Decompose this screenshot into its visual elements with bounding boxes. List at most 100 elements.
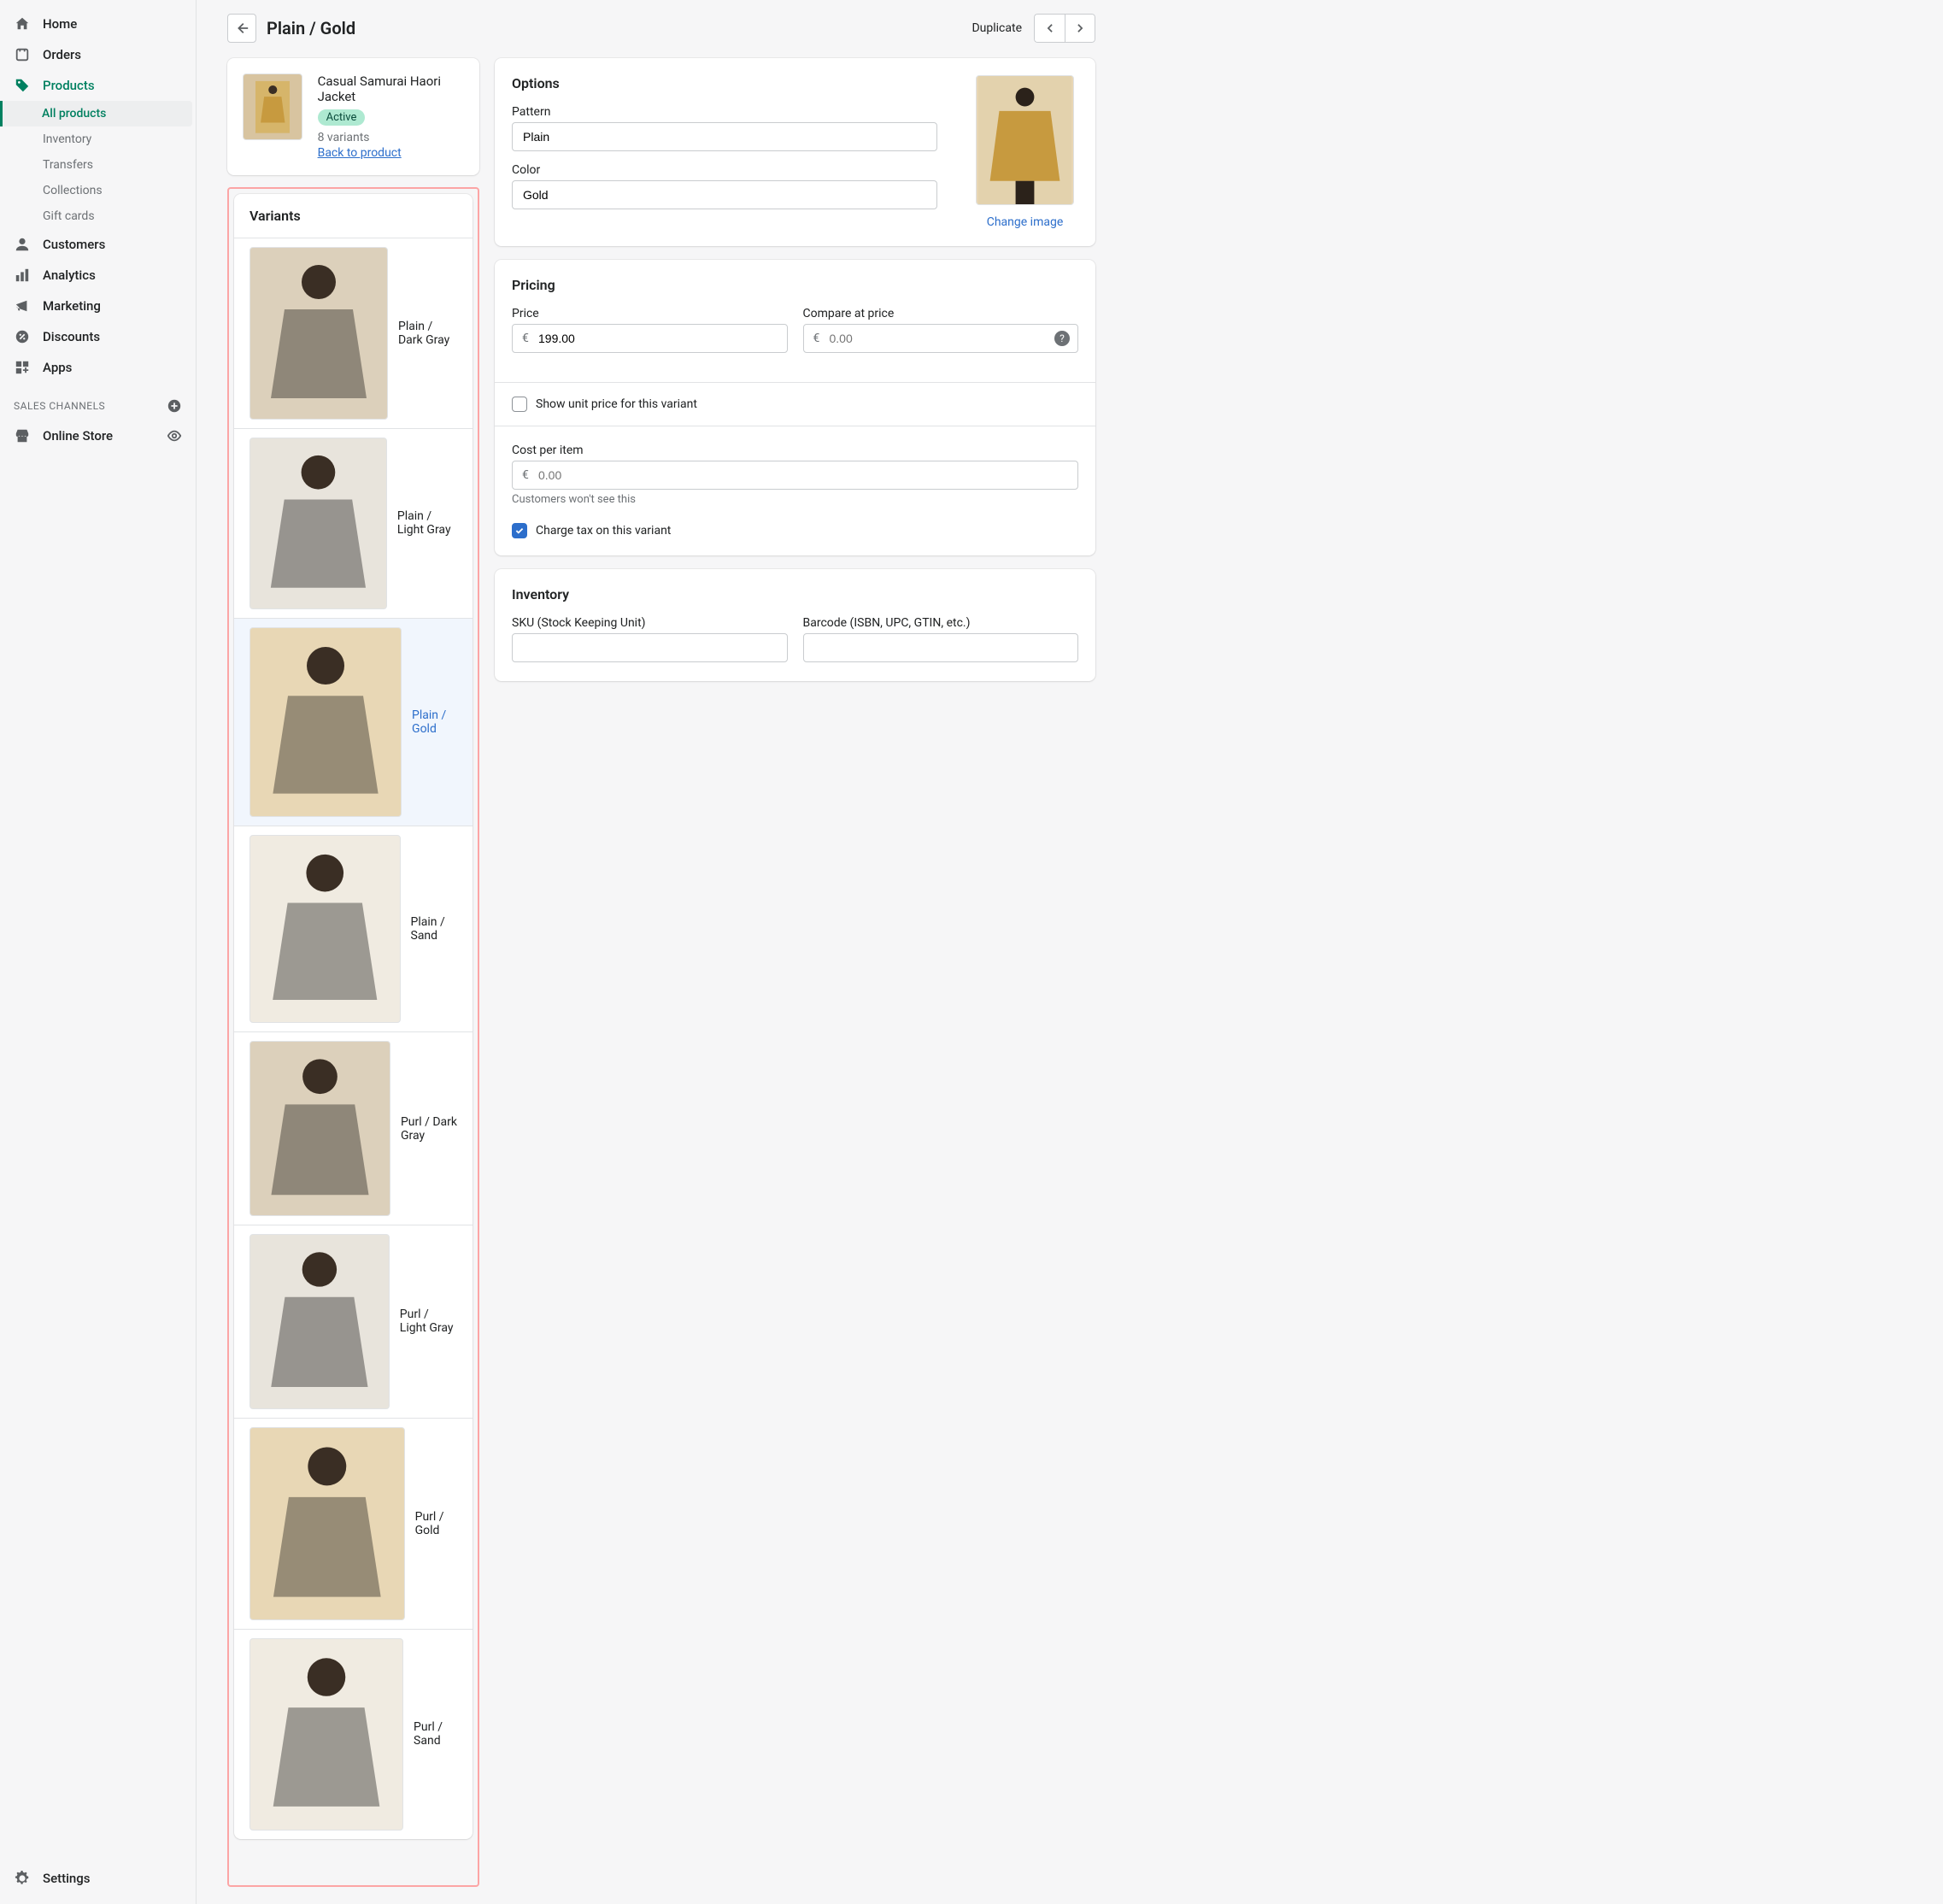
- compare-currency: €: [813, 332, 820, 345]
- variant-label: Plain / Light Gray: [397, 509, 457, 537]
- subnav-inventory[interactable]: Inventory: [0, 126, 196, 152]
- analytics-icon: [14, 267, 31, 284]
- main-content: Plain / Gold Duplicate Casual Samurai Ha…: [197, 0, 1943, 1904]
- variant-row[interactable]: Purl / Sand: [234, 1630, 473, 1839]
- variant-count: 8 variants: [318, 131, 464, 144]
- gear-icon: [14, 1870, 31, 1887]
- pricing-card: Pricing Price € Compare at price: [495, 260, 1095, 555]
- nav-customers-label: Customers: [43, 237, 105, 252]
- nav-online-store[interactable]: Online Store: [0, 420, 167, 451]
- product-name: Casual Samurai Haori Jacket: [318, 73, 464, 104]
- variant-row[interactable]: Plain / Sand: [234, 826, 473, 1032]
- subnav-all-products[interactable]: All products: [0, 101, 192, 126]
- color-input[interactable]: [512, 180, 937, 209]
- add-channel-icon[interactable]: [167, 398, 182, 414]
- cost-helper: Customers won't see this: [512, 493, 1078, 506]
- subnav-transfers[interactable]: Transfers: [0, 152, 196, 178]
- duplicate-button[interactable]: Duplicate: [972, 21, 1022, 35]
- variant-label: Plain / Dark Gray: [398, 320, 457, 347]
- nav-home[interactable]: Home: [0, 9, 196, 39]
- variants-card: Variants Plain / Dark Gray Plain / Light …: [234, 194, 473, 1839]
- sales-channels-label: SALES CHANNELS: [14, 400, 105, 412]
- compare-help-icon[interactable]: ?: [1054, 331, 1070, 346]
- subnav-collections[interactable]: Collections: [0, 178, 196, 203]
- products-subnav: All products Inventory Transfers Collect…: [0, 101, 196, 229]
- variant-label: Purl / Dark Gray: [401, 1115, 457, 1143]
- tax-label: Charge tax on this variant: [536, 524, 671, 538]
- variant-row[interactable]: Purl / Dark Gray: [234, 1032, 473, 1226]
- pattern-input[interactable]: [512, 122, 937, 151]
- variant-thumbnail: [249, 438, 387, 609]
- subnav-gift-cards[interactable]: Gift cards: [0, 203, 196, 229]
- nav-orders[interactable]: Orders: [0, 39, 196, 70]
- pricing-title: Pricing: [512, 277, 1078, 293]
- home-icon: [14, 15, 31, 32]
- pattern-label: Pattern: [512, 105, 937, 119]
- nav-customers[interactable]: Customers: [0, 229, 196, 260]
- variant-thumbnail: [249, 247, 388, 420]
- back-button[interactable]: [227, 14, 256, 43]
- variant-label: Purl / Gold: [415, 1510, 457, 1537]
- compare-input[interactable]: [803, 324, 1079, 353]
- variants-title: Variants: [234, 194, 473, 238]
- variant-thumbnail: [249, 835, 401, 1023]
- price-label: Price: [512, 307, 788, 320]
- cost-currency: €: [522, 468, 529, 482]
- compare-label: Compare at price: [803, 307, 1079, 320]
- status-badge: Active: [318, 109, 366, 126]
- nav-products[interactable]: Products: [0, 70, 196, 101]
- nav-discounts[interactable]: Discounts: [0, 321, 196, 352]
- discount-icon: [14, 328, 31, 345]
- prev-variant-button[interactable]: [1034, 14, 1065, 43]
- view-store-icon[interactable]: [167, 428, 182, 444]
- unit-price-label: Show unit price for this variant: [536, 397, 697, 411]
- user-icon: [14, 236, 31, 253]
- color-label: Color: [512, 163, 937, 177]
- nav-marketing-label: Marketing: [43, 298, 101, 314]
- nav-marketing[interactable]: Marketing: [0, 291, 196, 321]
- nav-discounts-label: Discounts: [43, 329, 100, 344]
- cost-label: Cost per item: [512, 444, 1078, 457]
- nav-orders-label: Orders: [43, 47, 81, 62]
- variants-list: Plain / Dark Gray Plain / Light Gray Plain…: [234, 238, 473, 1839]
- variant-row[interactable]: Purl / Gold: [234, 1419, 473, 1631]
- variant-label: Plain / Sand: [411, 915, 458, 943]
- price-input[interactable]: [512, 324, 788, 353]
- apps-icon: [14, 359, 31, 376]
- nav-analytics[interactable]: Analytics: [0, 260, 196, 291]
- variants-highlight: Variants Plain / Dark Gray Plain / Light …: [227, 187, 479, 1887]
- page-header: Plain / Gold Duplicate: [197, 0, 1119, 51]
- nav-apps[interactable]: Apps: [0, 352, 196, 383]
- variant-label: Plain / Gold: [412, 708, 457, 736]
- variant-row[interactable]: Plain / Gold: [234, 619, 473, 826]
- store-icon: [14, 427, 31, 444]
- tax-checkbox[interactable]: [512, 523, 527, 538]
- variant-row[interactable]: Purl / Light Gray: [234, 1225, 473, 1418]
- options-title: Options: [512, 75, 937, 91]
- barcode-input[interactable]: [803, 633, 1079, 662]
- unit-price-checkbox[interactable]: [512, 397, 527, 412]
- variant-thumbnail: [249, 627, 402, 817]
- price-currency: €: [522, 332, 529, 345]
- variant-row[interactable]: Plain / Dark Gray: [234, 238, 473, 429]
- nav-settings[interactable]: Settings: [0, 1863, 196, 1894]
- product-summary-card: Casual Samurai Haori Jacket Active 8 var…: [227, 58, 479, 175]
- cost-input[interactable]: [512, 461, 1078, 490]
- back-to-product-link[interactable]: Back to product: [318, 146, 402, 160]
- variant-thumbnail: [249, 1638, 403, 1831]
- change-image-link[interactable]: Change image: [987, 215, 1064, 229]
- variant-thumbnail: [249, 1041, 390, 1217]
- variant-image: [976, 75, 1074, 205]
- nav-settings-label: Settings: [43, 1871, 91, 1886]
- sku-input[interactable]: [512, 633, 788, 662]
- tag-icon: [14, 77, 31, 94]
- variant-pager: [1034, 14, 1095, 43]
- variant-label: Purl / Sand: [414, 1720, 457, 1748]
- page-title: Plain / Gold: [267, 18, 355, 38]
- variant-row[interactable]: Plain / Light Gray: [234, 429, 473, 619]
- barcode-label: Barcode (ISBN, UPC, GTIN, etc.): [803, 616, 1079, 630]
- variant-thumbnail: [249, 1234, 390, 1408]
- next-variant-button[interactable]: [1065, 14, 1095, 43]
- variant-label: Purl / Light Gray: [400, 1308, 457, 1335]
- nav-products-label: Products: [43, 78, 95, 93]
